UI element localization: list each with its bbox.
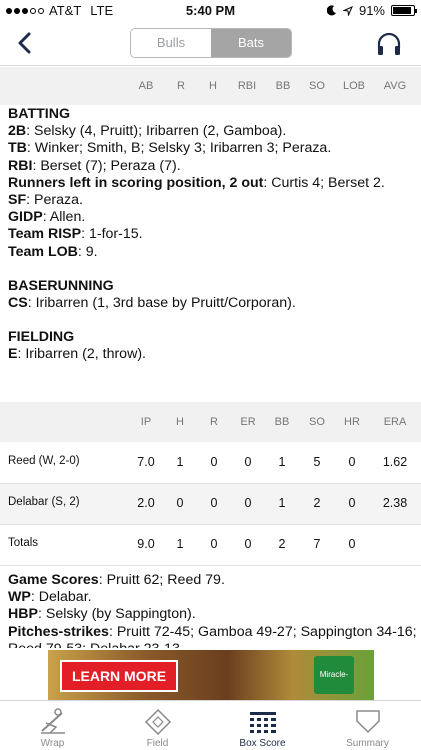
header-bb: BB — [275, 80, 291, 92]
header-bb: BB — [274, 416, 290, 428]
header-rbi: RBI — [237, 80, 257, 92]
header-so: SO — [309, 416, 325, 428]
header-h: H — [209, 80, 217, 92]
home-plate-icon — [356, 710, 380, 734]
note-line: E: Iribarren (2, throw). — [8, 346, 146, 363]
segment-bats[interactable]: Bats — [211, 29, 291, 57]
header-avg: AVG — [383, 80, 407, 92]
tab-box-score[interactable]: Box Score — [210, 701, 315, 750]
location-arrow-icon — [342, 5, 353, 16]
tab-wrap[interactable]: Wrap — [0, 701, 105, 750]
stat-h: 1 — [176, 455, 184, 469]
batter-icon — [41, 708, 65, 734]
stat-er: 0 — [244, 496, 252, 510]
battery-percent: 91% — [358, 3, 385, 18]
note-line: 2B: Selsky (4, Pruitt); Iribarren (2, Ga… — [8, 123, 287, 140]
back-chevron-icon[interactable] — [12, 30, 38, 56]
note-line: RBI: Berset (7); Peraza (7). — [8, 157, 181, 174]
batting-notes: BATTING 2B: Selsky (4, Pruitt); Iribarre… — [8, 106, 418, 364]
box-score-icon — [250, 712, 276, 733]
stat-r: 0 — [210, 455, 218, 469]
stat-bb: 1 — [278, 496, 286, 510]
table-row[interactable]: Reed (W, 2-0) 7.0 1 0 0 1 5 0 1.62 — [0, 443, 421, 483]
headphones-icon[interactable] — [375, 30, 403, 58]
batting-section-title: BATTING — [8, 106, 70, 122]
note-line: TB: Winker; Smith, B; Selsky 3; Iribarre… — [8, 140, 332, 157]
stat-r: 0 — [210, 537, 218, 551]
diamond-icon — [144, 708, 172, 735]
stat-bb: 1 — [278, 455, 286, 469]
pitching-column-header: IP H R ER BB SO HR ERA — [0, 402, 421, 442]
table-row[interactable]: Delabar (S, 2) 2.0 0 0 0 1 2 0 2.38 — [0, 484, 421, 524]
totals-label: Totals — [8, 537, 39, 549]
tab-label: Wrap — [40, 738, 65, 749]
pitcher-name: Reed (W, 2-0) — [8, 455, 80, 467]
header-hr: HR — [344, 416, 360, 428]
stat-ip: 2.0 — [137, 496, 155, 510]
stat-era: 1.62 — [382, 455, 408, 469]
fielding-section-title: FIELDING — [8, 329, 75, 346]
header-h: H — [176, 416, 184, 428]
header-ip: IP — [140, 416, 152, 428]
note-line: Team LOB: 9. — [8, 243, 98, 260]
stat-er: 0 — [244, 537, 252, 551]
stat-er: 0 — [244, 455, 252, 469]
note-line: Game Scores: Pruitt 62; Reed 79. — [8, 572, 225, 588]
stat-hr: 0 — [348, 455, 356, 469]
segment-bulls[interactable]: Bulls — [131, 29, 211, 57]
tab-label: Box Score — [239, 738, 286, 749]
status-bar: AT&T LTE 5:40 PM 91% — [0, 0, 421, 22]
stat-so: 7 — [313, 537, 321, 551]
note-line: WP: Delabar. — [8, 589, 92, 606]
stat-so: 2 — [313, 496, 321, 510]
note-line: SF: Peraza. — [8, 192, 83, 209]
stat-era: 2.38 — [382, 496, 408, 510]
tab-label: Field — [146, 738, 169, 749]
note-line: CS: Iribarren (1, 3rd base by Pruitt/Cor… — [8, 295, 296, 312]
pitcher-name: Delabar (S, 2) — [8, 496, 80, 508]
ad-learn-more-button[interactable]: LEARN MORE — [60, 660, 178, 692]
tab-label: Summary — [346, 738, 389, 749]
ad-brand-logo: Miracle-Gro — [314, 656, 354, 694]
note-line: Runners left in scoring position, 2 out:… — [8, 174, 385, 191]
stat-ip: 7.0 — [137, 455, 155, 469]
team-segmented-control: Bulls Bats — [130, 28, 292, 58]
stat-h: 1 — [176, 537, 184, 551]
stat-h: 0 — [176, 496, 184, 510]
game-notes: Game Scores: Pruitt 62; Reed 79. WP: Del… — [8, 572, 418, 658]
stat-so: 5 — [313, 455, 321, 469]
navigation-bar: Bulls Bats — [0, 22, 421, 66]
header-lob: LOB — [342, 80, 365, 92]
stat-hr: 0 — [348, 496, 356, 510]
stat-hr: 0 — [348, 537, 356, 551]
note-line: Team RISP: 1-for-15. — [8, 226, 143, 243]
header-r: R — [210, 416, 218, 428]
stat-ip: 9.0 — [137, 537, 155, 551]
header-so: SO — [309, 80, 325, 92]
table-row-totals: Totals 9.0 1 0 0 2 7 0 — [0, 525, 421, 565]
note-line: HBP: Selsky (by Sappington). — [8, 606, 196, 623]
tab-bar: Wrap Field Box Score Summary — [0, 700, 421, 750]
tab-field[interactable]: Field — [105, 701, 210, 750]
header-era: ERA — [383, 416, 407, 428]
ad-banner[interactable]: LEARN MORE Miracle-Gro — [48, 650, 374, 700]
header-ab: AB — [138, 80, 154, 92]
moon-icon — [326, 5, 336, 16]
baserunning-section-title: BASERUNNING — [8, 277, 114, 294]
header-er: ER — [240, 416, 256, 428]
batting-column-header: AB R H RBI BB SO LOB AVG — [0, 67, 421, 105]
tab-summary[interactable]: Summary — [315, 701, 420, 750]
battery-icon — [391, 5, 417, 16]
note-line: GIDP: Allen. — [8, 209, 86, 226]
header-r: R — [177, 80, 185, 92]
stat-bb: 2 — [278, 537, 286, 551]
stat-r: 0 — [210, 496, 218, 510]
